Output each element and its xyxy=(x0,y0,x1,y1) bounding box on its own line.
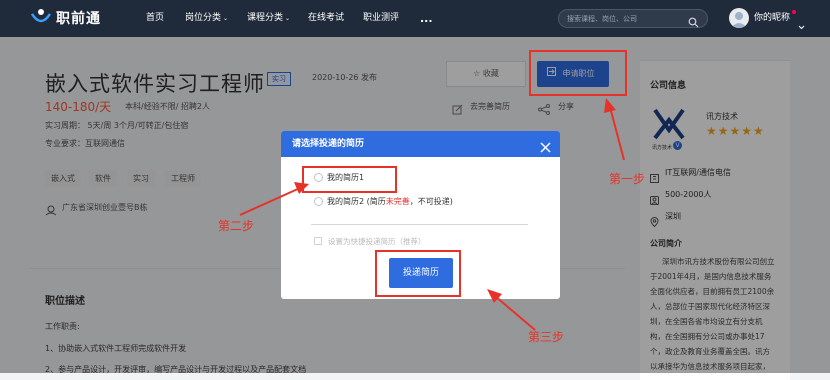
step-3-label: 第三步 xyxy=(528,330,565,344)
arrow-icon xyxy=(239,182,309,216)
step-1-label: 第一步 xyxy=(609,172,646,186)
arrow-icon xyxy=(487,289,536,331)
step-2-label: 第二步 xyxy=(218,219,255,233)
arrow-icon xyxy=(604,98,625,161)
annotation-arrows xyxy=(239,98,625,331)
